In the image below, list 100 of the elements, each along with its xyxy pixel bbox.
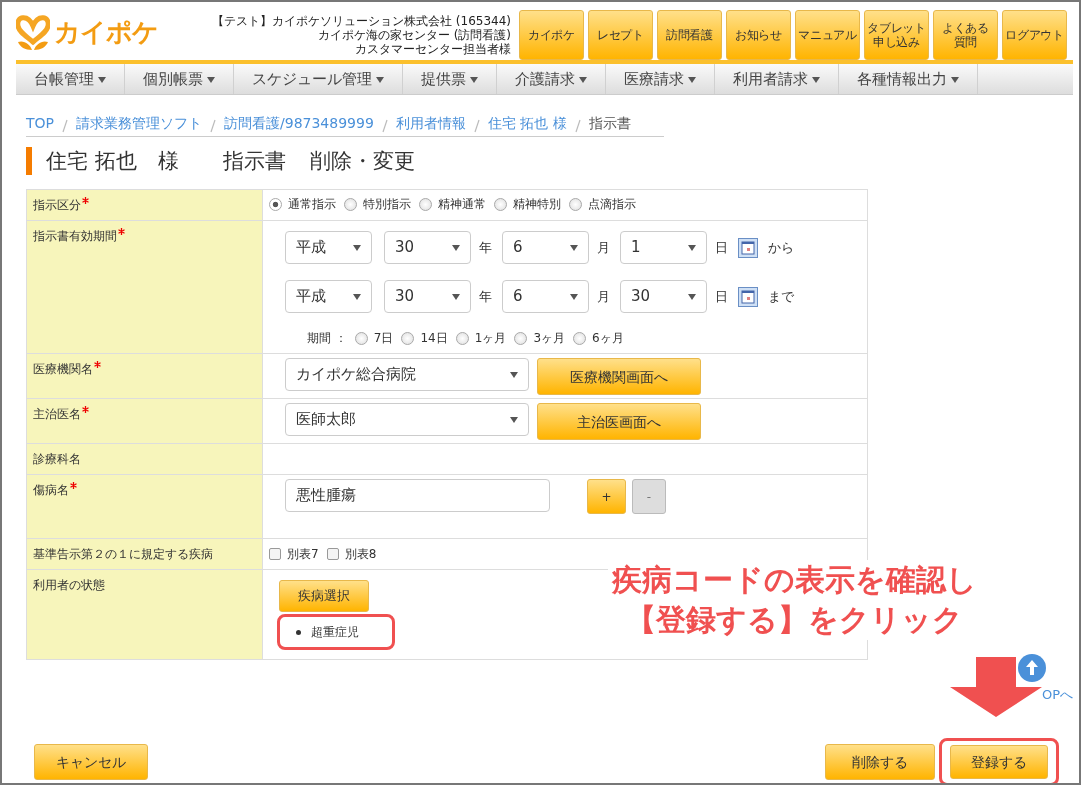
page-title: 削除・変更: [309, 148, 415, 175]
navigate-button[interactable]: 医療機関画面へ: [537, 358, 701, 395]
dropdown-arrow-icon: [688, 293, 696, 300]
dropdown-arrow-icon: [510, 416, 518, 423]
title-accent-bar: [26, 147, 32, 175]
page-top-link[interactable]: OPへ: [1042, 685, 1074, 705]
menu-item[interactable]: 個別帳票: [125, 64, 234, 94]
menu-item[interactable]: 医療請求: [606, 64, 715, 94]
select-field[interactable]: 医師太郎: [285, 403, 529, 436]
account-text: 【テスト】カイポケソリューション株式会社 (165344): [212, 14, 511, 28]
register-button[interactable]: 登録する: [950, 745, 1048, 779]
field-label: 診療科名: [33, 452, 81, 466]
header-button[interactable]: レセプト: [588, 10, 653, 60]
radio-label: 1ヶ月: [474, 330, 507, 347]
radio-button[interactable]: [514, 331, 528, 345]
unit-label: 月: [597, 287, 610, 306]
radio-label: 7日: [373, 330, 394, 347]
select-field[interactable]: 30: [620, 280, 707, 313]
select-field[interactable]: 6: [502, 280, 589, 313]
select-field[interactable]: 30: [384, 280, 471, 313]
radio-label: 精神通常: [438, 196, 486, 213]
radio-label: 点滴指示: [588, 196, 636, 213]
caret-icon: [376, 76, 384, 83]
span-label: 期間 ：: [307, 330, 347, 347]
logo-text: カイポケ: [54, 15, 158, 49]
checkbox[interactable]: [269, 548, 281, 560]
radio-label: 14日: [420, 330, 448, 347]
breadcrumb-separator: [381, 119, 388, 133]
breadcrumb-separator: [62, 119, 68, 133]
unit-label: 日: [715, 238, 728, 257]
field-label: 医療機関名: [33, 362, 93, 376]
menu-item[interactable]: 利用者請求: [715, 64, 839, 94]
field-label: 主治医名: [33, 407, 81, 421]
select-field[interactable]: カイポケ総合病院: [285, 358, 529, 391]
delete-button[interactable]: 削除する: [825, 744, 935, 780]
down-arrow-icon: [950, 657, 1042, 717]
page-top-icon[interactable]: [1018, 654, 1046, 682]
breadcrumb-separator: [210, 119, 216, 133]
header-button[interactable]: お知らせ: [726, 10, 791, 60]
unit-label: 年: [479, 287, 492, 306]
caret-icon: [951, 76, 959, 83]
field-label: 指示書有効期間: [33, 229, 117, 243]
radio-button[interactable]: [569, 197, 582, 211]
header-button[interactable]: カイポケ: [519, 10, 584, 60]
radio-label: 特別指示: [363, 196, 411, 213]
breadcrumb-link[interactable]: 訪問看護/9873489999: [224, 115, 374, 131]
radio-label: 3ヶ月: [533, 330, 566, 347]
select-field[interactable]: 平成: [285, 280, 372, 313]
radio-button[interactable]: [269, 197, 282, 211]
menu-item[interactable]: 各種情報出力: [839, 64, 978, 94]
breadcrumb-link[interactable]: 請求業務管理ソフト: [76, 115, 202, 131]
dropdown-arrow-icon: [353, 244, 361, 251]
annotation-text: 【登録する】をクリック: [625, 601, 964, 639]
header-button[interactable]: よくある 質問: [933, 10, 998, 60]
checkbox-label: 別表7: [287, 546, 319, 563]
menu-item[interactable]: 介護請求: [497, 64, 606, 94]
date-suffix: から: [768, 238, 794, 257]
add-button[interactable]: +: [587, 479, 626, 514]
select-field[interactable]: 1: [620, 231, 707, 264]
menu-item[interactable]: スケジュール管理: [234, 64, 403, 94]
dropdown-arrow-icon: [510, 371, 518, 378]
caret-icon: [207, 76, 215, 83]
menu-item[interactable]: 提供票: [403, 64, 497, 94]
account-text: カスタマーセンター担当者様: [354, 42, 511, 56]
breadcrumb-separator: [473, 119, 480, 133]
header-button[interactable]: タブレット 申し込み: [864, 10, 929, 60]
radio-button[interactable]: [455, 331, 469, 345]
caret-icon: [470, 76, 478, 83]
header-button[interactable]: ログアウト: [1002, 10, 1067, 60]
disease-name-field[interactable]: 悪性腫瘍: [285, 479, 550, 512]
radio-button[interactable]: [401, 331, 415, 345]
radio-button[interactable]: [419, 197, 432, 211]
field-label: 基準告示第２の１に規定する疾病: [33, 547, 213, 561]
dropdown-arrow-icon: [452, 293, 460, 300]
field-label: 利用者の状態: [33, 578, 105, 592]
heart-logo-icon: [16, 12, 50, 52]
radio-button[interactable]: [354, 331, 368, 345]
cancel-button[interactable]: キャンセル: [34, 744, 148, 780]
caret-icon: [812, 76, 820, 83]
select-field[interactable]: 平成: [285, 231, 372, 264]
radio-button[interactable]: [494, 197, 507, 211]
select-field[interactable]: 6: [502, 231, 589, 264]
breadcrumb-link[interactable]: 利用者情報: [395, 115, 466, 131]
radio-button[interactable]: [573, 331, 587, 345]
radio-button[interactable]: [344, 197, 357, 211]
checkbox[interactable]: [326, 548, 339, 560]
navigate-button[interactable]: 主治医画面へ: [537, 403, 701, 440]
caret-icon: [688, 76, 696, 83]
calendar-icon[interactable]: [738, 286, 758, 307]
calendar-icon[interactable]: [738, 237, 758, 258]
page-title: 指示書: [222, 148, 286, 175]
disease-select-button[interactable]: 疾病選択: [279, 580, 369, 612]
header-button[interactable]: 訪問看護: [657, 10, 722, 60]
menu-item[interactable]: 台帳管理: [16, 64, 125, 94]
dropdown-arrow-icon: [570, 293, 578, 300]
select-field[interactable]: 30: [384, 231, 471, 264]
header-button[interactable]: マニュアル: [795, 10, 860, 60]
radio-label: 通常指示: [288, 196, 336, 213]
dropdown-arrow-icon: [353, 293, 361, 300]
unit-label: 日: [715, 287, 728, 306]
